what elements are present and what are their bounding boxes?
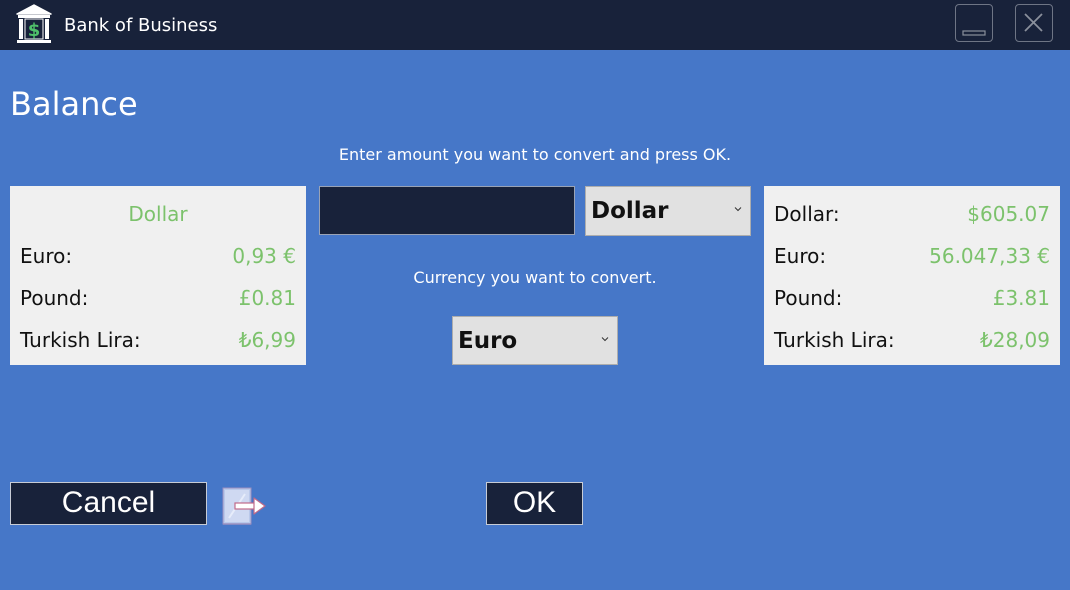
balance-label: Pound: [774, 286, 843, 310]
chevron-down-icon [601, 336, 609, 341]
svg-text:$: $ [28, 20, 41, 41]
bank-dollar-icon: $ [16, 4, 52, 43]
cancel-button[interactable]: Cancel [10, 482, 207, 525]
balance-label: Euro: [774, 244, 827, 268]
window-title: Bank of Business [64, 15, 218, 36]
balance-value: $605.07 [967, 202, 1050, 226]
rate-value: 0,93 € [232, 244, 296, 268]
base-currency-label: Dollar [128, 202, 188, 226]
rate-label: Euro: [20, 244, 73, 268]
chevron-down-icon [734, 207, 742, 212]
from-currency-value: Dollar [591, 198, 669, 224]
balance-value: £3.81 [992, 286, 1050, 310]
page-title: Balance [10, 85, 138, 123]
balance-value: ₺28,09 [980, 328, 1050, 352]
balance-row: Turkish Lira: ₺28,09 [774, 325, 1050, 355]
minimize-button[interactable] [955, 4, 993, 42]
close-button[interactable] [1015, 4, 1053, 42]
rate-row: Turkish Lira: ₺6,99 [20, 325, 296, 355]
amount-input[interactable] [319, 186, 575, 235]
rate-value: ₺6,99 [238, 328, 296, 352]
close-icon [1024, 13, 1043, 32]
title-bar: $ Bank of Business [0, 0, 1070, 50]
ok-button[interactable]: OK [486, 482, 583, 525]
target-currency-hint: Currency you want to convert. [413, 268, 657, 287]
balance-label: Turkish Lira: [774, 328, 895, 352]
balance-row: Euro: 56.047,33 € [774, 241, 1050, 271]
rate-value: £0.81 [238, 286, 296, 310]
balance-label: Dollar: [774, 202, 840, 226]
rate-row: Euro: 0,93 € [20, 241, 296, 271]
exchange-rates-panel: Dollar Euro: 0,93 € Pound: £0.81 Turkish… [10, 186, 306, 365]
to-currency-select[interactable]: Euro [452, 316, 618, 365]
minimize-icon [962, 30, 986, 36]
from-currency-select[interactable]: Dollar [585, 186, 751, 236]
rate-row: Pound: £0.81 [20, 283, 296, 313]
exit-icon[interactable] [221, 486, 267, 528]
rate-label: Pound: [20, 286, 89, 310]
balance-value: 56.047,33 € [929, 244, 1050, 268]
amount-hint: Enter amount you want to convert and pre… [338, 145, 732, 164]
balance-panel: Dollar: $605.07 Euro: 56.047,33 € Pound:… [764, 186, 1060, 365]
rate-label: Turkish Lira: [20, 328, 141, 352]
to-currency-value: Euro [458, 328, 518, 354]
balance-row: Dollar: $605.07 [774, 199, 1050, 229]
balance-row: Pound: £3.81 [774, 283, 1050, 313]
